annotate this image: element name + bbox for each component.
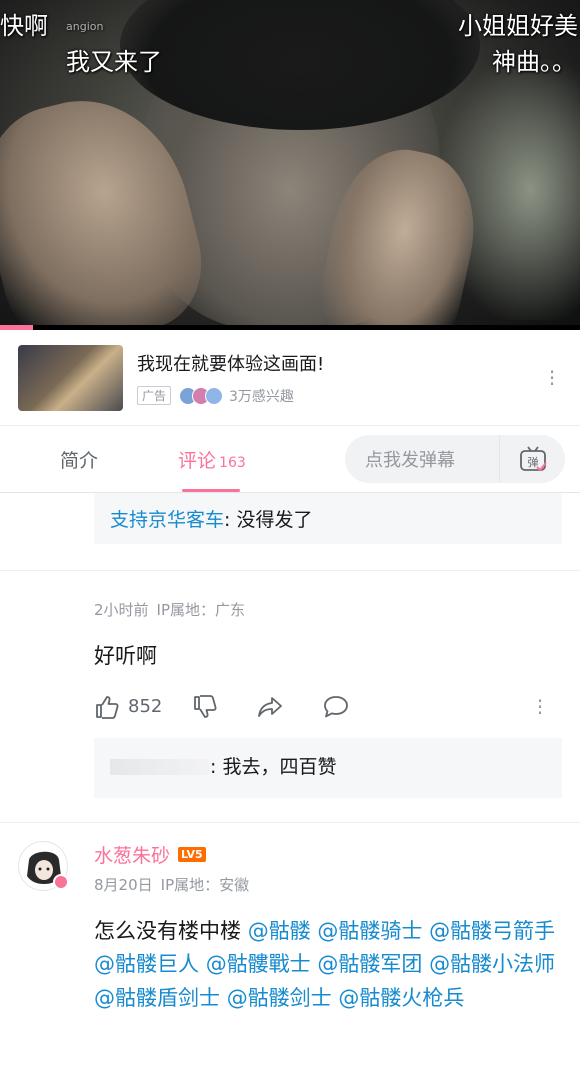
vip-badge-icon: [53, 873, 69, 890]
ad-banner[interactable]: 我现在就要体验这画面! 广告 3万感兴趣 · · ·: [0, 330, 580, 426]
danmaku-item: 神曲。。: [492, 48, 576, 76]
mention-link[interactable]: @骷髅弓箭手: [429, 919, 555, 943]
mention-link[interactable]: @骷髅小法师: [429, 952, 555, 976]
level-badge: LV5: [178, 846, 206, 862]
avatar: [205, 386, 224, 405]
svg-text:弹: 弹: [527, 455, 538, 469]
mention-link[interactable]: @骷髅巨人: [94, 952, 199, 976]
thumbs-down-icon: [194, 694, 217, 718]
tab-intro[interactable]: 简介: [60, 446, 98, 473]
comment-time: 2小时前: [94, 601, 149, 619]
reply-username[interactable]: 支持京华客车: [110, 509, 224, 531]
mention-link[interactable]: @骷髏戰士: [206, 952, 311, 976]
comment-ip: IP属地：广东: [156, 601, 246, 619]
thumbs-up-icon: [96, 695, 119, 719]
like-count: 852: [128, 696, 163, 718]
dislike-button[interactable]: [192, 694, 226, 720]
comment-actions: 852 · · ·: [94, 691, 562, 723]
comment-text: 怎么没有楼中楼 @骷髅 @骷髅骑士 @骷髅弓箭手 @骷髅巨人 @骷髏戰士 @骷髅…: [18, 915, 562, 1016]
danmaku-input[interactable]: 点我发弹幕 弹: [345, 435, 565, 483]
danmaku-item: 小姐姐好美: [458, 12, 578, 40]
video-player[interactable]: 快啊 angion 我又来了 小姐姐好美 神曲。。: [0, 0, 580, 330]
video-progress-fill: [0, 325, 34, 330]
mention-link[interactable]: @骷髅盾剑士: [94, 986, 220, 1010]
video-progress-bar[interactable]: [0, 325, 580, 330]
comment-text-prefix: 怎么没有楼中楼: [94, 918, 248, 943]
reply-text: : 没得发了: [224, 509, 313, 531]
danmaku-toggle-button[interactable]: 弹: [499, 435, 565, 483]
reply-preview[interactable]: 支持京华客车: 没得发了: [94, 493, 562, 544]
comment-text: 好听啊: [94, 644, 157, 668]
comment-meta: 2小时前 IP属地：广东: [94, 599, 562, 620]
video-tabs: 简介 评论 163 点我发弹幕 弹: [0, 427, 580, 493]
reply-preview[interactable]: : 我去，四百赞: [94, 737, 562, 798]
mention-link[interactable]: @骷髅: [248, 919, 311, 943]
ad-thumbnail[interactable]: [18, 344, 123, 411]
ad-badge: 广告: [137, 386, 172, 405]
comment-meta: 8月20日 IP属地：安徽: [94, 874, 562, 895]
danmaku-item: 我又来了: [66, 48, 162, 76]
tab-comments[interactable]: 评论 163: [178, 446, 246, 492]
comment-item: 水葱朱砂 LV5 8月20日 IP属地：安徽 怎么没有楼中楼 @骷髅 @骷髅骑士 …: [0, 823, 580, 1016]
reply-username-blurred: [110, 759, 210, 776]
mention-link[interactable]: @骷髅军团: [317, 952, 422, 976]
comment-bubble-icon: [324, 695, 349, 717]
more-options-icon[interactable]: · · ·: [530, 691, 550, 723]
comment-date: 8月20日: [94, 875, 153, 894]
danmaku-tv-icon: 弹: [519, 446, 547, 472]
comment-username-text: 水葱朱砂: [94, 844, 171, 867]
ad-interest-count: 3万感兴趣: [229, 388, 294, 405]
mention-link[interactable]: @骷髅骑士: [317, 919, 422, 943]
comment-username[interactable]: 水葱朱砂 LV5: [94, 841, 562, 868]
ad-interest-avatars: [179, 386, 224, 405]
reply-button[interactable]: [322, 694, 358, 720]
danmaku-item: angion: [66, 20, 104, 33]
like-button[interactable]: 852: [94, 694, 162, 720]
comment-ip: IP属地：安徽: [160, 875, 250, 894]
share-button[interactable]: [256, 694, 292, 720]
mention-link[interactable]: @骷髅剑士: [227, 986, 332, 1010]
comment-item: 2小时前 IP属地：广东 好听啊 852 · · ·: 我去，四百赞: [0, 571, 580, 798]
mention-link[interactable]: @骷髅火枪兵: [338, 986, 464, 1010]
tab-comments-label: 评论: [178, 450, 217, 472]
more-options-icon[interactable]: · · ·: [542, 362, 562, 394]
avatar[interactable]: [18, 840, 69, 891]
danmaku-item: 快啊: [0, 12, 48, 40]
share-icon: [258, 696, 283, 717]
tab-comments-count: 163: [219, 455, 246, 471]
ad-title[interactable]: 我现在就要体验这画面!: [137, 350, 542, 376]
reply-text: : 我去，四百赞: [210, 755, 337, 778]
danmaku-input-placeholder: 点我发弹幕: [365, 450, 455, 471]
